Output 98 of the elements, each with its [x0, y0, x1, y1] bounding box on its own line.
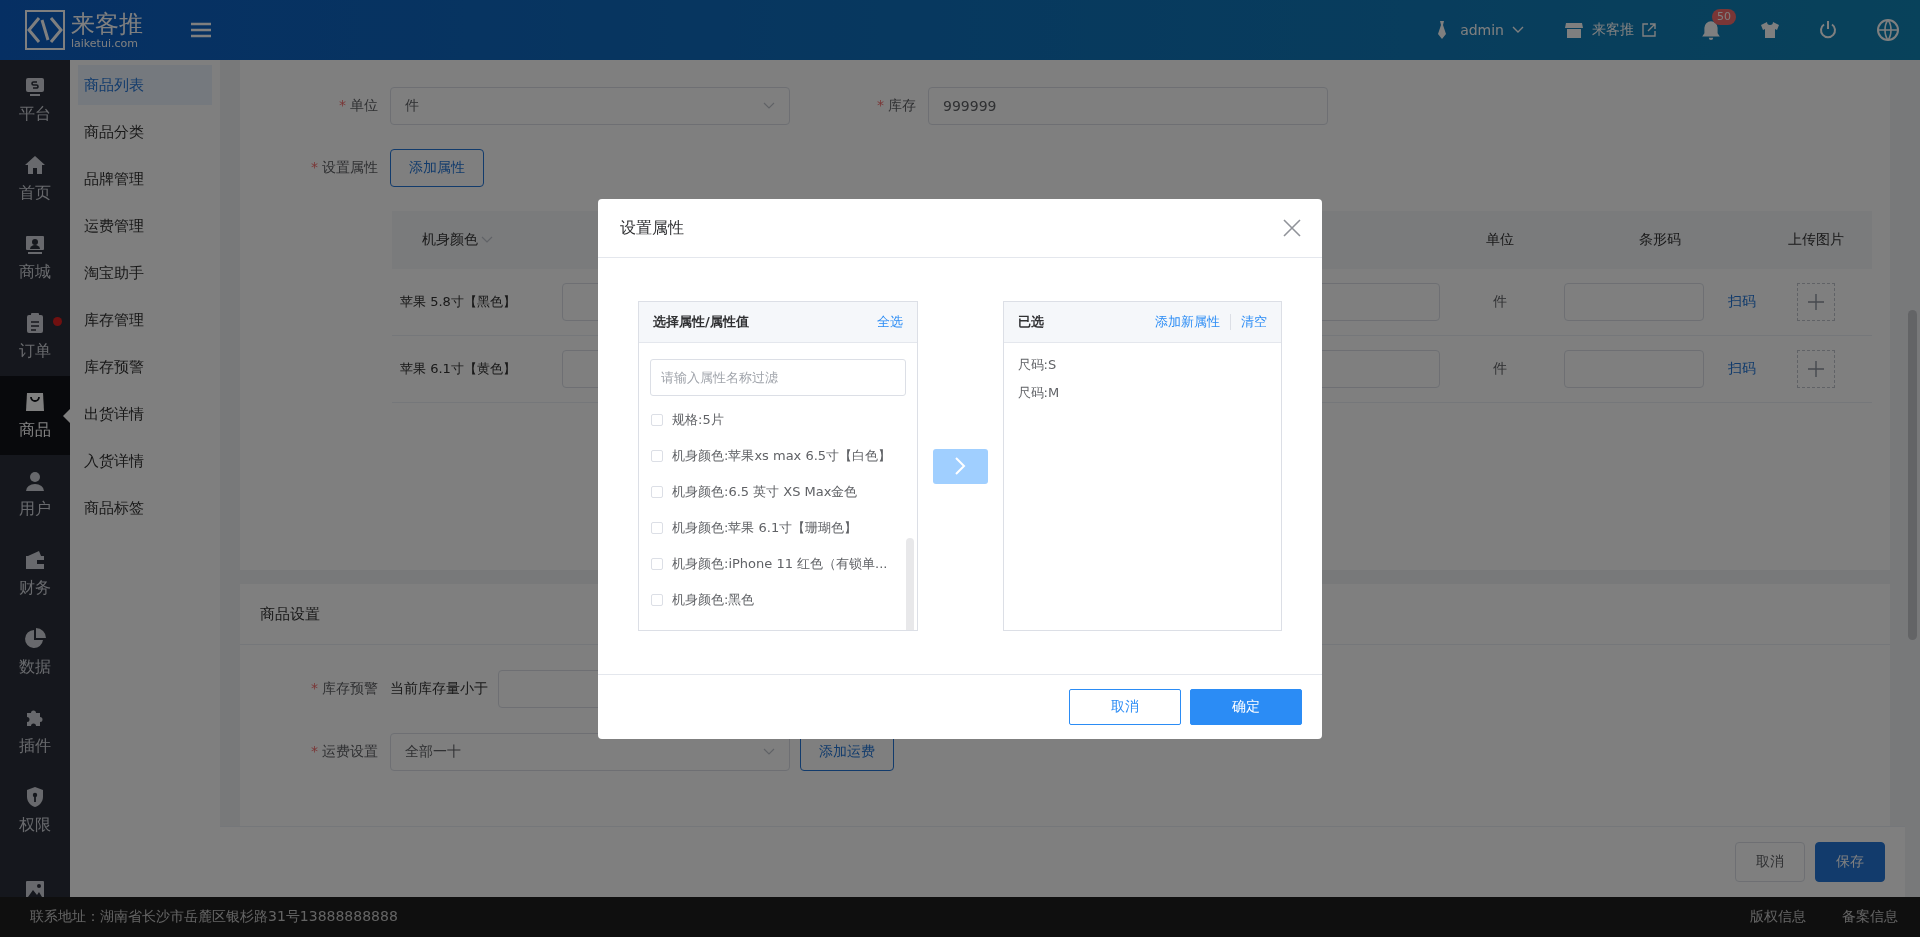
option-label[interactable]: 机身颜色:iPhone 11 红色（有锁单... [672, 555, 888, 573]
field-label: * 单位 [338, 97, 379, 115]
field-label: * 设置属性 [310, 159, 379, 177]
nav-item[interactable]: 财务 [0, 534, 70, 613]
logo-name: 来客推 [71, 11, 143, 36]
submenu-item[interactable]: 库存预警 [78, 347, 212, 387]
upload-button[interactable] [1797, 350, 1835, 388]
contact-address: 联系地址：湖南省长沙市岳麓区银杉路31号13888888888 [30, 908, 398, 926]
stock-field[interactable]: 999999 [928, 87, 1328, 125]
column-header[interactable]: 机身颜色 [392, 211, 562, 269]
field-label: * 库存 [876, 97, 917, 115]
footer-link[interactable]: 版权信息 [1750, 908, 1806, 926]
logo-domain: laiketui.com [71, 37, 139, 49]
checkbox[interactable] [651, 594, 663, 606]
column-header: 上传图片 [1788, 231, 1844, 249]
nav-item[interactable]: 权限 [0, 771, 70, 850]
submenu-item[interactable]: 商品列表 [78, 65, 212, 105]
bell-icon[interactable] [1700, 19, 1722, 41]
nav-item[interactable]: 数据 [0, 613, 70, 692]
confirm-button[interactable]: 确定 [1190, 689, 1302, 725]
field-prefix: 当前库存量小于 [390, 680, 488, 698]
panel-title: 选择属性/属性值 [653, 313, 750, 331]
shirt-icon[interactable] [1760, 20, 1780, 40]
save-button[interactable]: 保存 [1815, 842, 1885, 882]
caret-icon [763, 102, 775, 110]
column-header: 单位 [1486, 231, 1514, 249]
scan-link[interactable]: 扫码 [1728, 360, 1756, 378]
wallet-icon [23, 548, 47, 572]
plus-icon [1807, 293, 1825, 311]
column-header: 条形码 [1639, 231, 1681, 249]
submenu-item[interactable]: 入货详情 [78, 441, 212, 481]
power-icon[interactable] [1818, 20, 1838, 40]
add-attribute-button[interactable]: 添加属性 [390, 149, 484, 187]
add-attribute-link[interactable]: 添加新属性 [1155, 313, 1220, 331]
option-label[interactable]: 机身颜色:黑色 [672, 591, 755, 609]
section-title: 商品设置 [260, 604, 320, 624]
store-link[interactable]: 来客推 [1564, 20, 1656, 40]
user-menu[interactable]: admin [1432, 20, 1524, 40]
field-label: * 库存预警 [310, 680, 379, 698]
close-icon[interactable] [1282, 218, 1302, 238]
cancel-button[interactable]: 取消 [1735, 842, 1805, 882]
nav-item[interactable]: 用户 [0, 455, 70, 534]
filter-field[interactable]: 请输入属性名称过滤 [650, 359, 906, 396]
shipping-select[interactable]: 全部一十 [390, 733, 790, 771]
cancel-button[interactable]: 取消 [1069, 689, 1181, 725]
option-label[interactable]: 规格:5片 [672, 411, 724, 429]
checkbox[interactable] [651, 450, 663, 462]
plus-icon [1807, 360, 1825, 378]
table-cell: 件 [1493, 360, 1507, 378]
option-label[interactable]: 机身颜色:苹果xs max 6.5寸【白色】 [672, 447, 892, 465]
chevron-right-icon [954, 457, 966, 475]
caret-icon [481, 236, 493, 244]
logo-icon [25, 10, 65, 50]
pie-icon [23, 627, 47, 651]
store-icon [1564, 20, 1584, 40]
selected-item: 尺码:M [1017, 384, 1061, 402]
checkbox[interactable] [651, 522, 663, 534]
table-cell: 苹果 6.1寸【黄色】 [400, 360, 516, 378]
scan-link[interactable]: 扫码 [1728, 293, 1756, 311]
option-label[interactable]: 机身颜色:6.5 英寸 XS Max金色 [672, 483, 858, 501]
select-all-link[interactable]: 全选 [876, 313, 903, 331]
nav-item[interactable]: 插件 [0, 692, 70, 771]
checkbox[interactable] [651, 486, 663, 498]
clear-link[interactable]: 清空 [1241, 313, 1267, 331]
panel-title: 已选 [1017, 313, 1045, 331]
nav-item[interactable]: 商品 [0, 376, 70, 455]
caret-icon [1512, 26, 1524, 34]
footer-link[interactable]: 备案信息 [1842, 908, 1898, 926]
upload-button[interactable] [1797, 283, 1835, 321]
caret-icon [763, 748, 775, 756]
user-icon [23, 469, 47, 493]
submenu-item[interactable]: 品牌管理 [78, 159, 212, 199]
scrollbar-thumb[interactable] [905, 538, 914, 630]
nav-item[interactable]: 商城 [0, 218, 70, 297]
home-icon [23, 153, 47, 177]
submenu-item[interactable]: 商品标签 [78, 488, 212, 528]
submenu-item[interactable]: 出货详情 [78, 394, 212, 434]
checkbox[interactable] [651, 558, 663, 570]
notification-badge: 50 [1712, 9, 1736, 25]
submenu-item[interactable]: 运费管理 [78, 206, 212, 246]
menu-icon[interactable] [191, 22, 211, 38]
globe-icon[interactable] [1876, 18, 1900, 42]
nav-item[interactable]: 平台 [0, 60, 70, 139]
submenu-item[interactable]: 淘宝助手 [78, 253, 212, 293]
bag-icon [23, 390, 47, 414]
table-cell: 件 [1493, 293, 1507, 311]
checkbox[interactable] [651, 414, 663, 426]
option-label[interactable]: 机身颜色:苹果 6.1寸【珊瑚色】 [672, 519, 858, 537]
dialog-title: 设置属性 [620, 217, 684, 239]
unit-select[interactable]: 件 [390, 87, 790, 125]
submenu-item[interactable]: 库存管理 [78, 300, 212, 340]
field-label: * 运费设置 [310, 743, 379, 761]
selected-item: 尺码:S [1017, 356, 1058, 374]
nav-item[interactable]: 订单 [0, 297, 70, 376]
table-cell: 苹果 5.8寸【黑色】 [400, 293, 516, 311]
submenu-item[interactable]: 商品分类 [78, 112, 212, 152]
external-link-icon [1642, 23, 1656, 37]
nav-item[interactable]: 首页 [0, 139, 70, 218]
